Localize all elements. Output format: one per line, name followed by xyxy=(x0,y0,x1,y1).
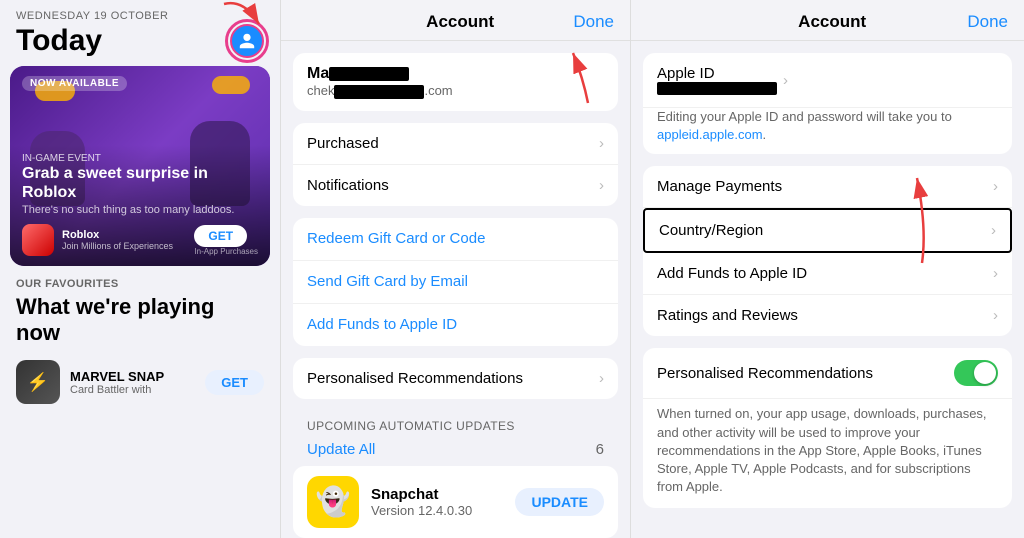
right-content: Apple ID › Editing your Apple ID and pas… xyxy=(631,41,1024,538)
update-all-link[interactable]: Update All xyxy=(307,441,375,458)
add-funds-link[interactable]: Add Funds to Apple ID xyxy=(307,316,457,333)
account-options-card: Purchased › Notifications › xyxy=(293,123,618,206)
redeem-row[interactable]: Redeem Gift Card or Code xyxy=(293,218,618,261)
apple-id-desc: Editing your Apple ID and password will … xyxy=(657,109,952,142)
account-info-card[interactable]: Ma chek.com xyxy=(293,53,618,111)
middle-header-title: Account xyxy=(426,12,494,32)
notifications-row[interactable]: Notifications › xyxy=(293,165,618,206)
in-app-label: In-App Purchases xyxy=(194,247,258,256)
add-funds-row[interactable]: Add Funds to Apple ID xyxy=(293,304,618,346)
featured-card[interactable]: NOW AVAILABLE IN-GAME EVENT Grab a sweet… xyxy=(10,66,270,266)
page-title: Today xyxy=(16,24,102,58)
personalised-recs-desc: When turned on, your app usage, download… xyxy=(643,399,1012,508)
right-panel: Account Done Apple ID › Editing your App… xyxy=(630,0,1024,538)
date-bar: WEDNESDAY 19 OCTOBER xyxy=(0,0,280,24)
roblox-icon xyxy=(22,224,54,256)
ratings-reviews-row[interactable]: Ratings and Reviews › xyxy=(643,295,1012,336)
personalised-recs-row[interactable]: Personalised Recommendations › xyxy=(293,358,618,399)
card-subtitle: There's no such thing as too many laddoo… xyxy=(22,204,258,216)
send-card-row[interactable]: Send Gift Card by Email xyxy=(293,261,618,304)
right-done-button[interactable]: Done xyxy=(967,12,1008,32)
favs-app-name: MARVEL SNAP xyxy=(70,369,195,384)
snapchat-update-row[interactable]: 👻 Snapchat Version 12.4.0.30 UPDATE xyxy=(293,466,618,538)
event-label: IN-GAME EVENT xyxy=(22,153,258,164)
app-desc: Join Millions of Experiences xyxy=(62,241,186,251)
payments-card: Manage Payments › Country/Region › Add F… xyxy=(643,166,1012,336)
marvel-snap-icon: ⚡ xyxy=(16,360,60,404)
chevron-icon: › xyxy=(599,177,604,194)
app-name: Roblox xyxy=(62,229,186,241)
chevron-icon: › xyxy=(783,72,788,89)
middle-header: Account Done xyxy=(281,0,630,41)
upcoming-label: UPCOMING AUTOMATIC UPDATES xyxy=(293,411,618,437)
country-region-row[interactable]: Country/Region › xyxy=(643,208,1012,253)
apple-id-link[interactable]: appleid.apple.com xyxy=(657,127,763,142)
get-button[interactable]: GET xyxy=(194,225,247,247)
send-card-link[interactable]: Send Gift Card by Email xyxy=(307,273,468,290)
snapchat-icon: 👻 xyxy=(307,476,359,528)
links-card: Redeem Gift Card or Code Send Gift Card … xyxy=(293,218,618,346)
add-funds-row[interactable]: Add Funds to Apple ID › xyxy=(643,253,1012,295)
our-favs-label: OUR FAVOURITES xyxy=(0,266,280,294)
apple-id-row[interactable]: Apple ID › xyxy=(643,53,1012,108)
person-icon xyxy=(238,32,256,50)
account-name: Ma xyxy=(307,65,604,83)
chevron-icon: › xyxy=(993,265,998,282)
favs-app-desc: Card Battler with xyxy=(70,384,195,396)
right-header-title: Account xyxy=(798,12,866,32)
redeem-link[interactable]: Redeem Gift Card or Code xyxy=(307,230,485,247)
favs-get-button[interactable]: GET xyxy=(205,370,264,395)
manage-payments-row[interactable]: Manage Payments › xyxy=(643,166,1012,208)
personalised-recs-card: Personalised Recommendations › xyxy=(293,358,618,399)
middle-panel: Account Done Ma chek.com xyxy=(280,0,630,538)
chevron-icon: › xyxy=(599,135,604,152)
update-button[interactable]: UPDATE xyxy=(515,488,604,516)
favs-title: What we're playing now xyxy=(0,294,280,354)
list-item[interactable]: ⚡ MARVEL SNAP Card Battler with GET xyxy=(0,354,280,410)
personalised-recs-toggle[interactable] xyxy=(954,360,998,386)
update-count: 6 xyxy=(596,441,604,458)
now-available-badge: NOW AVAILABLE xyxy=(22,76,127,91)
card-title: Grab a sweet surprise in Roblox xyxy=(22,164,258,202)
snapchat-name: Snapchat xyxy=(371,486,503,503)
apple-id-card: Apple ID › Editing your Apple ID and pas… xyxy=(643,53,1012,154)
apple-id-label: Apple ID xyxy=(657,65,777,82)
purchased-row[interactable]: Purchased › xyxy=(293,123,618,165)
chevron-icon: › xyxy=(599,370,604,387)
middle-content: Ma chek.com Purchased › xyxy=(281,41,630,538)
snapchat-version: Version 12.4.0.30 xyxy=(371,503,503,518)
chevron-icon: › xyxy=(993,307,998,324)
account-email: chek.com xyxy=(307,83,604,99)
chevron-icon: › xyxy=(991,222,996,239)
right-header: Account Done xyxy=(631,0,1024,41)
personalised-recs-right-card: Personalised Recommendations When turned… xyxy=(643,348,1012,508)
middle-done-button[interactable]: Done xyxy=(573,12,614,32)
chevron-icon: › xyxy=(993,178,998,195)
avatar[interactable] xyxy=(230,24,264,58)
personalised-recs-toggle-row: Personalised Recommendations xyxy=(643,348,1012,399)
left-panel: WEDNESDAY 19 OCTOBER Today xyxy=(0,0,280,538)
